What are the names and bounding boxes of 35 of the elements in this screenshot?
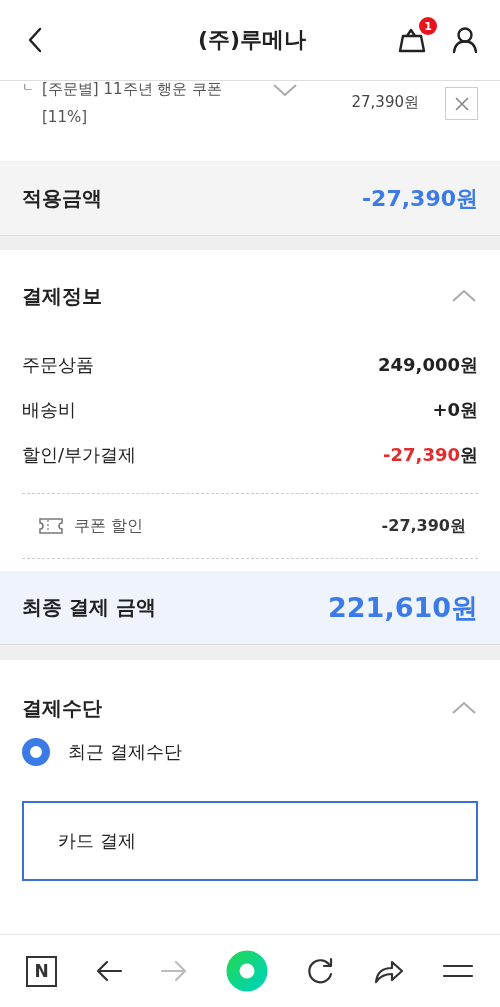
collapse-chevron-icon[interactable]: [450, 287, 478, 305]
back-arrow-icon[interactable]: [94, 960, 123, 982]
home-button[interactable]: N: [26, 955, 57, 987]
collapse-chevron-icon[interactable]: [450, 699, 478, 717]
back-icon[interactable]: [26, 26, 44, 54]
reload-icon[interactable]: [305, 956, 335, 986]
close-icon[interactable]: [453, 95, 470, 112]
coupon-amount: 27,390원: [351, 93, 419, 112]
price-label: 배송비: [22, 397, 76, 422]
coupon-name: [주문별] 11주년 행운 쿠폰 [11%]: [42, 81, 224, 128]
price-value: +0원: [432, 397, 478, 422]
applied-amount-value: -27,390원: [361, 184, 478, 213]
card-payment-option[interactable]: 카드 결제: [22, 801, 478, 881]
discount-label: 쿠폰 할인: [74, 515, 144, 537]
price-value: -27,390원: [383, 442, 478, 467]
indent-mark: ㄴ: [22, 81, 34, 96]
section-title: 결제수단: [22, 694, 102, 722]
final-amount-value: 221,610원: [328, 590, 478, 625]
dropdown-chevron-icon[interactable]: [271, 81, 299, 99]
price-value: 249,000원: [378, 352, 478, 377]
bag-icon[interactable]: [398, 27, 426, 53]
radio-button[interactable]: [22, 738, 50, 766]
page-title: (주)루메나: [197, 26, 307, 54]
applied-amount-label: 적용금액: [22, 185, 102, 212]
final-amount-label: 최종 결제 금액: [22, 594, 156, 621]
person-icon[interactable]: [452, 27, 478, 53]
discount-value: -27,390원: [381, 515, 466, 537]
section-title: 결제정보: [22, 282, 102, 310]
price-label: 할인/부가결제: [22, 442, 137, 467]
payment-option-label[interactable]: 최근 결제수단: [68, 740, 182, 764]
menu-icon[interactable]: [442, 963, 474, 979]
price-label: 주문상품: [22, 352, 94, 377]
cart-count-badge: 1: [419, 17, 437, 35]
ticket-icon: [38, 517, 64, 535]
remove-coupon-button[interactable]: [445, 87, 478, 120]
